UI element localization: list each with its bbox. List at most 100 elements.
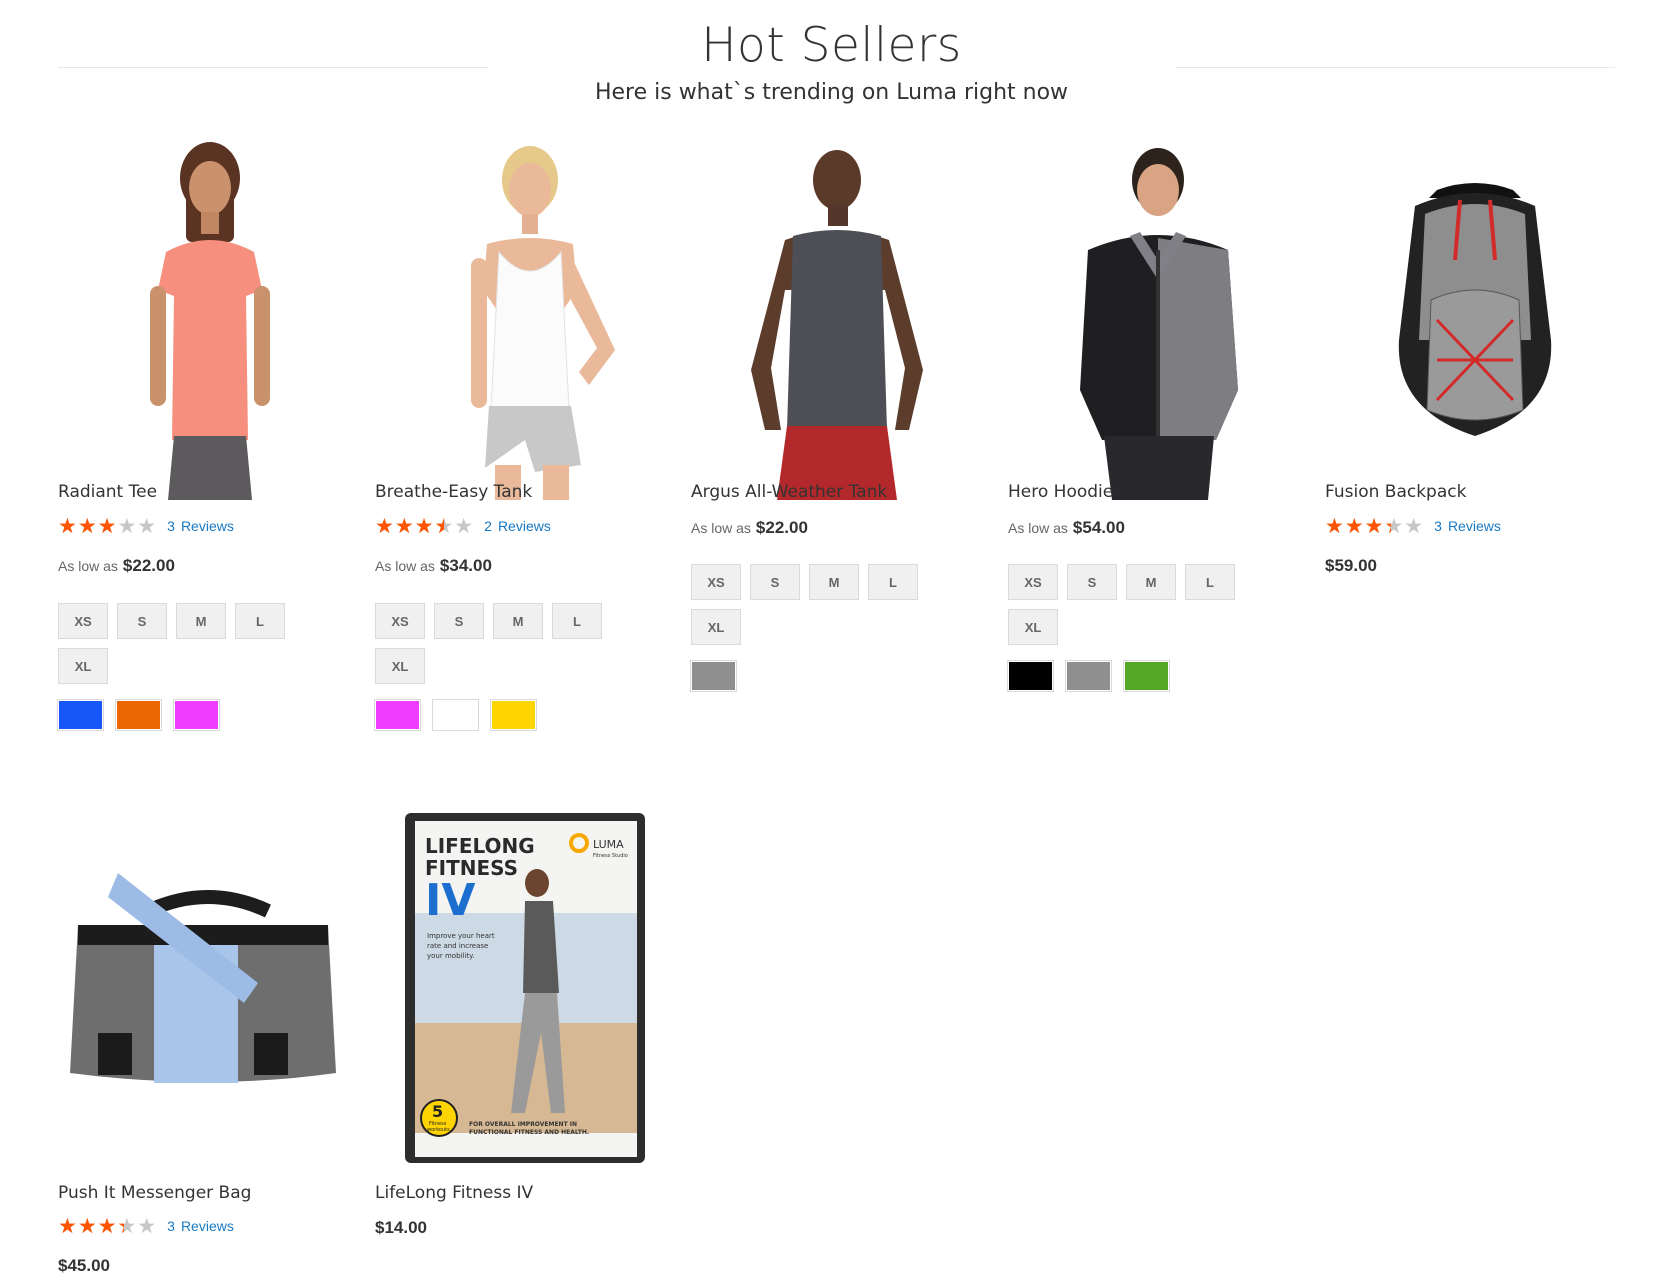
price-box: As low as $22.00 (691, 518, 808, 538)
review-count: 3 (167, 1218, 175, 1234)
stars-filled: ★★★★★ (58, 515, 118, 537)
size-swatch-m[interactable]: M (1126, 564, 1176, 600)
price-box: As low as $22.00 (58, 556, 175, 576)
product-name-link[interactable]: Hero Hoodie (1008, 482, 1113, 502)
review-count: 2 (484, 518, 492, 534)
product-image-link[interactable] (58, 140, 348, 500)
dvd-brand-sub: Fitness Studio (593, 853, 628, 859)
color-swatch-orange[interactable] (115, 699, 162, 731)
dvd-footer-2: FUNCTIONAL FITNESS AND HEALTH. (469, 1129, 589, 1136)
product-name-link[interactable]: Push It Messenger Bag (58, 1183, 251, 1203)
product-name-link[interactable]: Radiant Tee (58, 482, 157, 502)
color-swatch-blue[interactable] (57, 699, 104, 731)
rating-stars: ★★★★★★★★★★ (1325, 515, 1424, 537)
dvd-badge-number: 5 (432, 1102, 443, 1121)
backpack-image (1398, 183, 1552, 436)
reviews-link[interactable]: 3 Reviews (167, 1218, 240, 1234)
product-rating: ★★★★★★★★★★ 3 Reviews (58, 1215, 240, 1237)
color-swatch-gray[interactable] (690, 660, 737, 692)
review-count: 3 (1434, 518, 1442, 534)
reviews-link[interactable]: 3 Reviews (1434, 518, 1507, 534)
man-hoodie-image (1080, 148, 1238, 500)
size-swatch-xs[interactable]: XS (691, 564, 741, 600)
dvd-blurb-1: Improve your heart (427, 932, 495, 940)
size-swatch-l[interactable]: L (235, 603, 285, 639)
size-swatches: XS S M L XL (691, 564, 941, 645)
rating-stars: ★★★★★★★★★★ (58, 1215, 157, 1237)
messenger-bag-image (70, 873, 336, 1083)
color-swatches (690, 660, 737, 692)
size-swatch-s[interactable]: S (434, 603, 484, 639)
product-name-link[interactable]: LifeLong Fitness IV (375, 1183, 533, 1203)
size-swatch-xl[interactable]: XL (691, 609, 741, 645)
size-swatch-l[interactable]: L (1185, 564, 1235, 600)
product-name-link[interactable]: Fusion Backpack (1325, 482, 1466, 502)
product-image-link[interactable] (691, 140, 981, 500)
size-swatch-xl[interactable]: XL (58, 648, 108, 684)
reviews-label: Reviews (497, 518, 551, 534)
product-image-link[interactable] (58, 813, 348, 1173)
price-box: As low as $34.00 (375, 556, 492, 576)
reviews-label: Reviews (180, 518, 234, 534)
price-box: $59.00 (1325, 556, 1377, 576)
size-swatch-m[interactable]: M (176, 603, 226, 639)
product-image-link[interactable] (375, 140, 665, 500)
price-prefix: As low as (58, 558, 118, 574)
product-image-link[interactable] (1008, 140, 1298, 500)
reviews-link[interactable]: 3 Reviews (167, 518, 240, 534)
size-swatch-s[interactable]: S (750, 564, 800, 600)
size-swatch-m[interactable]: M (493, 603, 543, 639)
size-swatch-s[interactable]: S (117, 603, 167, 639)
product-name-link[interactable]: Breathe-Easy Tank (375, 482, 532, 502)
price-box: As low as $54.00 (1008, 518, 1125, 538)
size-swatches: XS S M L XL (1008, 564, 1258, 645)
color-swatch-white[interactable] (432, 699, 479, 731)
price-amount: $22.00 (755, 518, 808, 537)
size-swatch-xs[interactable]: XS (58, 603, 108, 639)
size-swatch-xl[interactable]: XL (375, 648, 425, 684)
price-prefix: As low as (1008, 520, 1068, 536)
color-swatch-purple[interactable] (173, 699, 220, 731)
color-swatch-gray[interactable] (1065, 660, 1112, 692)
dvd-brand: LUMA (593, 838, 624, 851)
dvd-blurb-3: your mobility. (427, 952, 474, 960)
man-gray-tank-image (751, 150, 923, 500)
woman-white-tank-image (471, 146, 615, 500)
size-swatch-xs[interactable]: XS (1008, 564, 1058, 600)
color-swatches (1007, 660, 1170, 692)
dvd-title-3: IV (425, 875, 475, 926)
price-prefix: As low as (691, 520, 751, 536)
product-rating: ★★★★★★★★★★ 2 Reviews (375, 515, 557, 537)
color-swatch-black[interactable] (1007, 660, 1054, 692)
size-swatch-m[interactable]: M (809, 564, 859, 600)
color-swatch-yellow[interactable] (490, 699, 537, 731)
size-swatch-l[interactable]: L (552, 603, 602, 639)
dvd-blurb-2: rate and increase (427, 942, 488, 950)
size-swatches: XS S M L XL (58, 603, 308, 684)
product-name-link[interactable]: Argus All-Weather Tank (691, 482, 887, 502)
review-count: 3 (167, 518, 175, 534)
product-image-link[interactable] (1325, 140, 1615, 500)
product-rating: ★★★★★★★★★★ 3 Reviews (58, 515, 240, 537)
price-prefix: As low as (375, 558, 435, 574)
size-swatch-s[interactable]: S (1067, 564, 1117, 600)
size-swatch-xs[interactable]: XS (375, 603, 425, 639)
block-title: Hot Sellers (701, 18, 962, 73)
size-swatch-l[interactable]: L (868, 564, 918, 600)
stars-filled: ★★★★★ (58, 1215, 124, 1237)
price-amount: $59.00 (1325, 556, 1377, 575)
color-swatch-green[interactable] (1123, 660, 1170, 692)
reviews-label: Reviews (180, 1218, 234, 1234)
product-rating: ★★★★★★★★★★ 3 Reviews (1325, 515, 1507, 537)
block-subtitle: Here is what`s trending on Luma right no… (594, 80, 1069, 105)
price-amount: $34.00 (439, 556, 492, 575)
color-swatches (57, 699, 220, 731)
dvd-footer-1: FOR OVERALL IMPROVEMENT IN (469, 1121, 577, 1128)
size-swatch-xl[interactable]: XL (1008, 609, 1058, 645)
rating-stars: ★★★★★★★★★★ (58, 515, 157, 537)
price-amount: $54.00 (1072, 518, 1125, 537)
color-swatch-purple[interactable] (374, 699, 421, 731)
reviews-link[interactable]: 2 Reviews (484, 518, 557, 534)
product-image-link[interactable]: LIFELONG FITNESS IV LUMA Fitness Studio … (375, 813, 665, 1173)
price-amount: $14.00 (375, 1218, 427, 1237)
